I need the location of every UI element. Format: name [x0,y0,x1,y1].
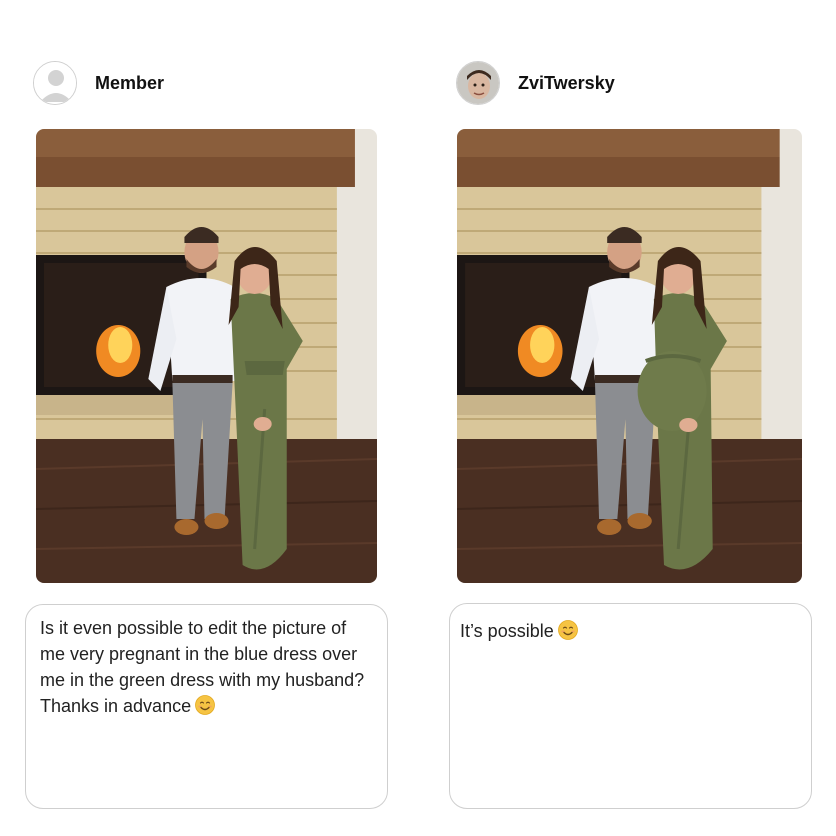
username[interactable]: Member [95,72,164,94]
smiling-face-emoji [195,695,215,715]
reply-message-text: It’s possible [460,618,801,644]
default-user-icon[interactable] [33,61,77,105]
couple-photo-original[interactable] [36,129,377,583]
original-post: Member Is it even possible to edit the p… [0,0,418,836]
couple-photo-edited[interactable] [457,129,802,583]
request-message-text: Is it even possible to edit the picture … [40,618,365,716]
reply-message-bubble: It’s possible [449,603,812,809]
username[interactable]: ZviTwersky [518,72,615,94]
profile-photo-avatar[interactable] [456,61,500,105]
reply-post: ZviTwersky It’s possible [418,0,836,836]
smiling-face-emoji [558,620,578,640]
request-message-bubble: Is it even possible to edit the picture … [25,604,388,809]
